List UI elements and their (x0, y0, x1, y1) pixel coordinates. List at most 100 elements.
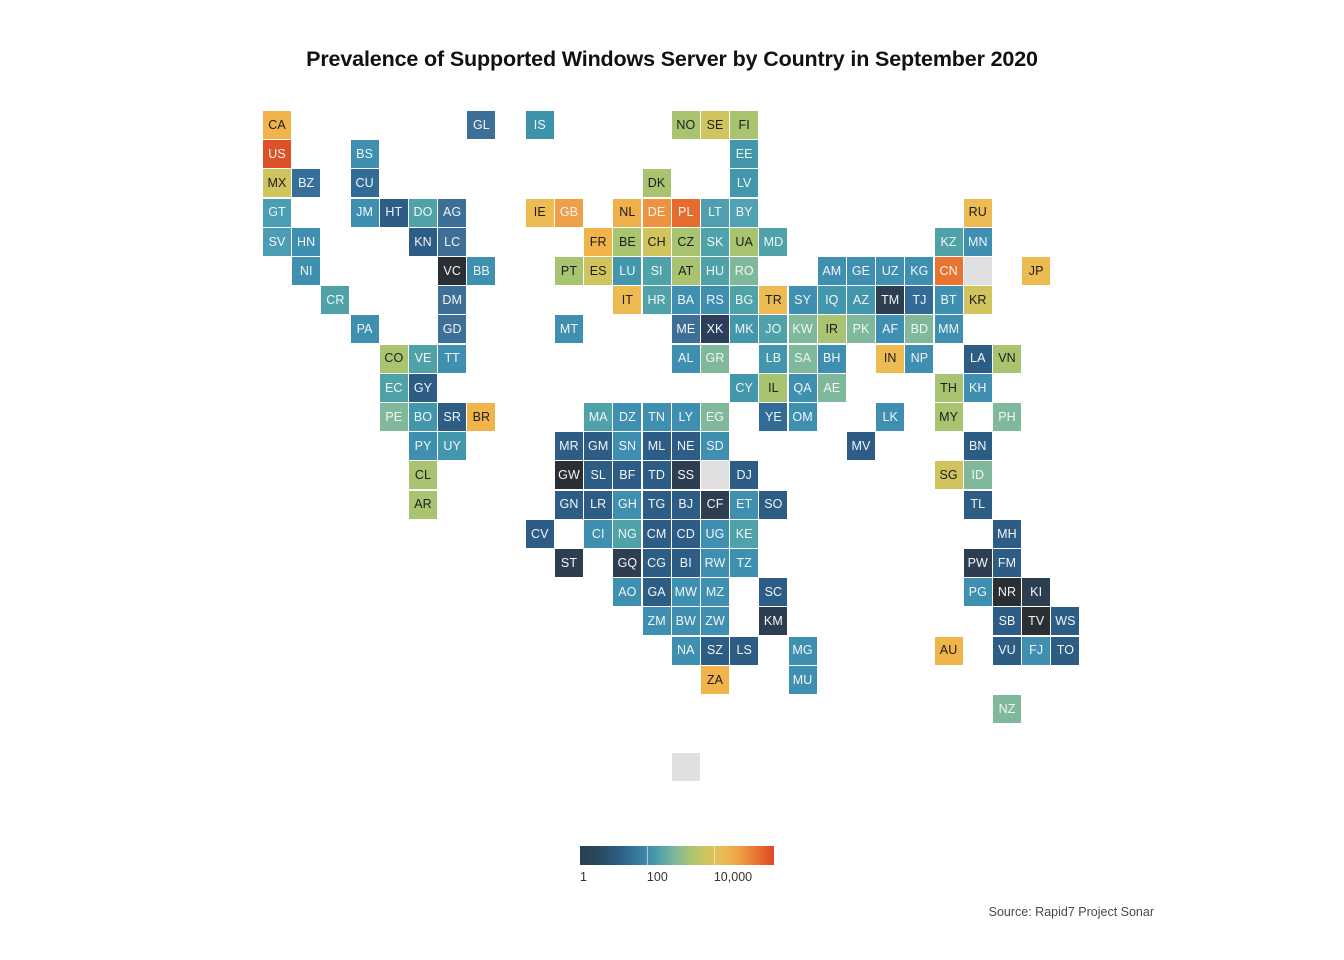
map-tile-jo[interactable]: JO (759, 315, 788, 344)
map-tile-cu[interactable]: CU (350, 169, 379, 198)
map-tile-cv[interactable]: CV (525, 519, 554, 548)
map-tile-ph[interactable]: PH (993, 403, 1021, 431)
map-tile-mr[interactable]: MR (555, 432, 583, 461)
map-tile-lr[interactable]: LR (584, 490, 613, 519)
map-tile-sn[interactable]: SN (613, 432, 642, 461)
map-tile-uy[interactable]: UY (438, 432, 467, 461)
map-tile-iq[interactable]: IQ (817, 286, 846, 315)
map-tile-za[interactable]: ZA (701, 665, 729, 694)
map-tile-mk[interactable]: MK (730, 315, 759, 344)
map-tile-bo[interactable]: BO (409, 403, 437, 431)
map-tile-sk[interactable]: SK (701, 227, 729, 256)
map-tile-uz[interactable]: UZ (876, 257, 905, 285)
map-tile-gr[interactable]: GR (701, 344, 729, 373)
map-tile-al[interactable]: AL (671, 344, 700, 373)
map-tile-rs[interactable]: RS (701, 286, 729, 315)
map-tile-dk[interactable]: DK (642, 169, 671, 198)
map-tile-tj[interactable]: TJ (905, 286, 934, 315)
map-tile-ua[interactable]: UA (730, 227, 759, 256)
map-tile-nodata[interactable] (671, 753, 700, 782)
map-tile-us[interactable]: US (263, 140, 291, 169)
map-tile-mn[interactable]: MN (963, 227, 992, 256)
map-tile-om[interactable]: OM (788, 403, 817, 431)
map-tile-hu[interactable]: HU (701, 257, 729, 285)
map-tile-ls[interactable]: LS (730, 636, 759, 665)
map-tile-la[interactable]: LA (963, 344, 992, 373)
map-tile-cy[interactable]: CY (730, 373, 759, 402)
map-tile-bi[interactable]: BI (671, 549, 700, 577)
map-tile-ao[interactable]: AO (613, 578, 642, 607)
map-tile-nr[interactable]: NR (993, 578, 1021, 607)
map-tile-gt[interactable]: GT (263, 198, 291, 227)
map-tile-ca[interactable]: CA (263, 111, 291, 139)
map-tile-mt[interactable]: MT (555, 315, 583, 344)
map-tile-gq[interactable]: GQ (613, 549, 642, 577)
map-tile-mx[interactable]: MX (263, 169, 291, 198)
map-tile-dz[interactable]: DZ (613, 403, 642, 431)
map-tile-ae[interactable]: AE (817, 373, 846, 402)
map-tile-mu[interactable]: MU (788, 665, 817, 694)
map-tile-sg[interactable]: SG (934, 461, 963, 490)
map-tile-kr[interactable]: KR (963, 286, 992, 315)
map-tile-ke[interactable]: KE (730, 519, 759, 548)
map-tile-bh[interactable]: BH (817, 344, 846, 373)
map-tile-jp[interactable]: JP (1022, 257, 1051, 285)
map-tile-it[interactable]: IT (613, 286, 642, 315)
map-tile-lt[interactable]: LT (701, 198, 729, 227)
map-tile-cz[interactable]: CZ (671, 227, 700, 256)
map-tile-zw[interactable]: ZW (701, 607, 729, 636)
map-tile-rw[interactable]: RW (701, 549, 729, 577)
map-tile-bz[interactable]: BZ (292, 169, 321, 198)
map-tile-no[interactable]: NO (671, 111, 700, 139)
map-tile-ug[interactable]: UG (701, 519, 729, 548)
map-tile-ge[interactable]: GE (847, 257, 875, 285)
map-tile-gd[interactable]: GD (438, 315, 467, 344)
map-tile-sl[interactable]: SL (584, 461, 613, 490)
map-tile-de[interactable]: DE (642, 198, 671, 227)
map-tile-kz[interactable]: KZ (934, 227, 963, 256)
map-tile-ss[interactable]: SS (671, 461, 700, 490)
map-tile-so[interactable]: SO (759, 490, 788, 519)
map-tile-ml[interactable]: ML (642, 432, 671, 461)
map-tile-gy[interactable]: GY (409, 373, 437, 402)
map-tile-ee[interactable]: EE (730, 140, 759, 169)
map-tile-az[interactable]: AZ (847, 286, 875, 315)
map-tile-ve[interactable]: VE (409, 344, 437, 373)
map-tile-km[interactable]: KM (759, 607, 788, 636)
map-tile-pl[interactable]: PL (671, 198, 700, 227)
map-tile-mg[interactable]: MG (788, 636, 817, 665)
map-tile-br[interactable]: BR (467, 403, 496, 431)
map-tile-ne[interactable]: NE (671, 432, 700, 461)
map-tile-mv[interactable]: MV (847, 432, 875, 461)
map-tile-bb[interactable]: BB (467, 257, 496, 285)
map-tile-vn[interactable]: VN (993, 344, 1021, 373)
map-tile-bt[interactable]: BT (934, 286, 963, 315)
map-tile-ws[interactable]: WS (1051, 607, 1080, 636)
map-tile-np[interactable]: NP (905, 344, 934, 373)
map-tile-se[interactable]: SE (701, 111, 729, 139)
map-tile-ie[interactable]: IE (525, 198, 554, 227)
map-tile-nl[interactable]: NL (613, 198, 642, 227)
map-tile-do[interactable]: DO (409, 198, 437, 227)
map-tile-kn[interactable]: KN (409, 227, 437, 256)
map-tile-au[interactable]: AU (934, 636, 963, 665)
map-tile-hr[interactable]: HR (642, 286, 671, 315)
map-tile-co[interactable]: CO (379, 344, 408, 373)
map-tile-tt[interactable]: TT (438, 344, 467, 373)
map-tile-gm[interactable]: GM (584, 432, 613, 461)
map-tile-sa[interactable]: SA (788, 344, 817, 373)
map-tile-tr[interactable]: TR (759, 286, 788, 315)
map-tile-ec[interactable]: EC (379, 373, 408, 402)
map-tile-tz[interactable]: TZ (730, 549, 759, 577)
map-tile-sv[interactable]: SV (263, 227, 291, 256)
map-tile-mm[interactable]: MM (934, 315, 963, 344)
map-tile-ga[interactable]: GA (642, 578, 671, 607)
map-tile-na[interactable]: NA (671, 636, 700, 665)
map-tile-cm[interactable]: CM (642, 519, 671, 548)
map-tile-ag[interactable]: AG (438, 198, 467, 227)
map-tile-tl[interactable]: TL (963, 490, 992, 519)
map-tile-in[interactable]: IN (876, 344, 905, 373)
map-tile-tn[interactable]: TN (642, 403, 671, 431)
map-tile-nz[interactable]: NZ (993, 695, 1021, 723)
map-tile-lc[interactable]: LC (438, 227, 467, 256)
